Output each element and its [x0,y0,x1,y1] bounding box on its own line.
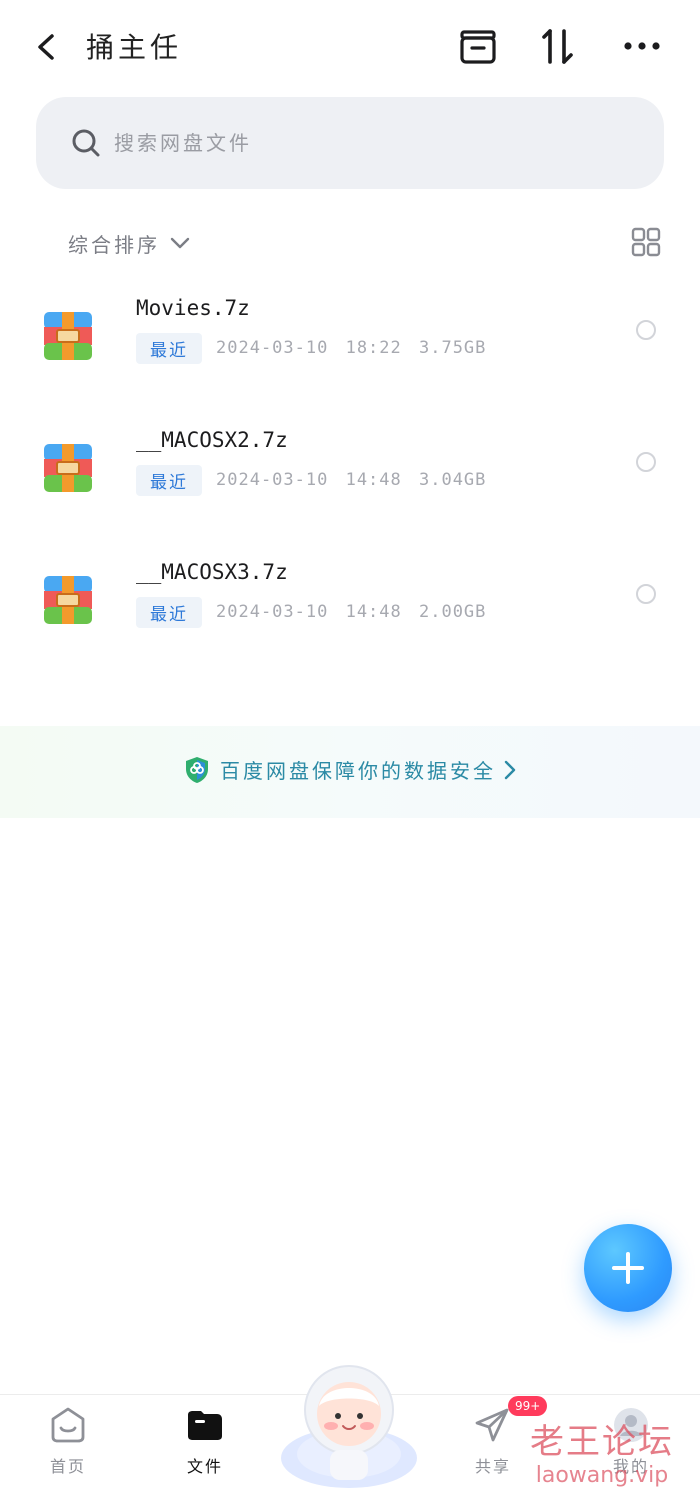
file-row[interactable]: __MACOSX3.7z 最近 2024-03-10 14:48 2.00GB [0,560,700,670]
file-date-size: 2024-03-10 18:22 3.75GB [216,338,487,358]
page-title: 捅主任 [86,31,183,64]
select-radio[interactable] [636,584,656,604]
select-radio[interactable] [636,452,656,472]
sort-label: 综合排序 [68,232,160,257]
select-radio[interactable] [636,320,656,340]
tab-files-label: 文件 [186,1457,223,1476]
paper-plane-icon [475,1408,509,1442]
file-name: __MACOSX3.7z [136,560,288,584]
file-row[interactable]: __MACOSX2.7z 最近 2024-03-10 14:48 3.04GB [0,428,700,538]
watermark-title: 老王论坛 [530,1422,674,1462]
file-date-size: 2024-03-10 14:48 2.00GB [216,602,487,622]
plus-icon [612,1252,644,1284]
file-row[interactable]: Movies.7z 最近 2024-03-10 18:22 3.75GB [0,296,700,406]
more-dots-icon[interactable] [620,24,664,68]
search-bar[interactable] [36,97,664,189]
file-meta: 最近 2024-03-10 14:48 3.04GB [136,464,486,496]
recent-badge: 最近 [136,464,202,496]
archive-7z-icon [44,444,92,492]
home-face-icon [51,1407,85,1443]
search-icon [72,129,100,157]
file-date-size: 2024-03-10 14:48 3.04GB [216,470,487,490]
add-button[interactable] [584,1224,672,1312]
file-name: __MACOSX2.7z [136,428,288,452]
top-bar: 捅主任 [0,0,700,92]
recent-badge: 最近 [136,332,202,364]
share-notification-badge: 99+ [508,1396,548,1416]
tab-home-label: 首页 [49,1457,86,1476]
grid-view-icon[interactable] [630,226,662,258]
archive-7z-icon [44,312,92,360]
safety-banner[interactable]: 百度网盘保障你的数据安全 [0,726,700,818]
sort-dropdown[interactable]: 综合排序 [68,226,192,260]
sort-arrows-icon[interactable] [536,24,580,68]
recent-badge: 最近 [136,596,202,628]
tab-files[interactable]: 文件 [160,1405,250,1495]
chevron-down-icon [170,237,190,249]
mascot-image[interactable] [278,1358,420,1488]
watermark-url: laowang.vip [535,1463,669,1488]
archive-7z-icon [44,576,92,624]
file-meta: 最近 2024-03-10 18:22 3.75GB [136,332,486,364]
file-name: Movies.7z [136,296,250,320]
safety-text: 百度网盘保障你的数据安全 [220,759,496,783]
folder-icon [188,1411,222,1440]
watermark: 老王论坛 laowang.vip [512,1414,692,1488]
tab-home[interactable]: 首页 [23,1405,113,1495]
chevron-right-icon [504,760,516,779]
file-meta: 最近 2024-03-10 14:48 2.00GB [136,596,486,628]
search-input[interactable] [114,123,614,163]
chevron-left-icon[interactable] [30,28,64,66]
archive-box-icon[interactable] [456,24,500,68]
shield-icon [186,756,208,783]
